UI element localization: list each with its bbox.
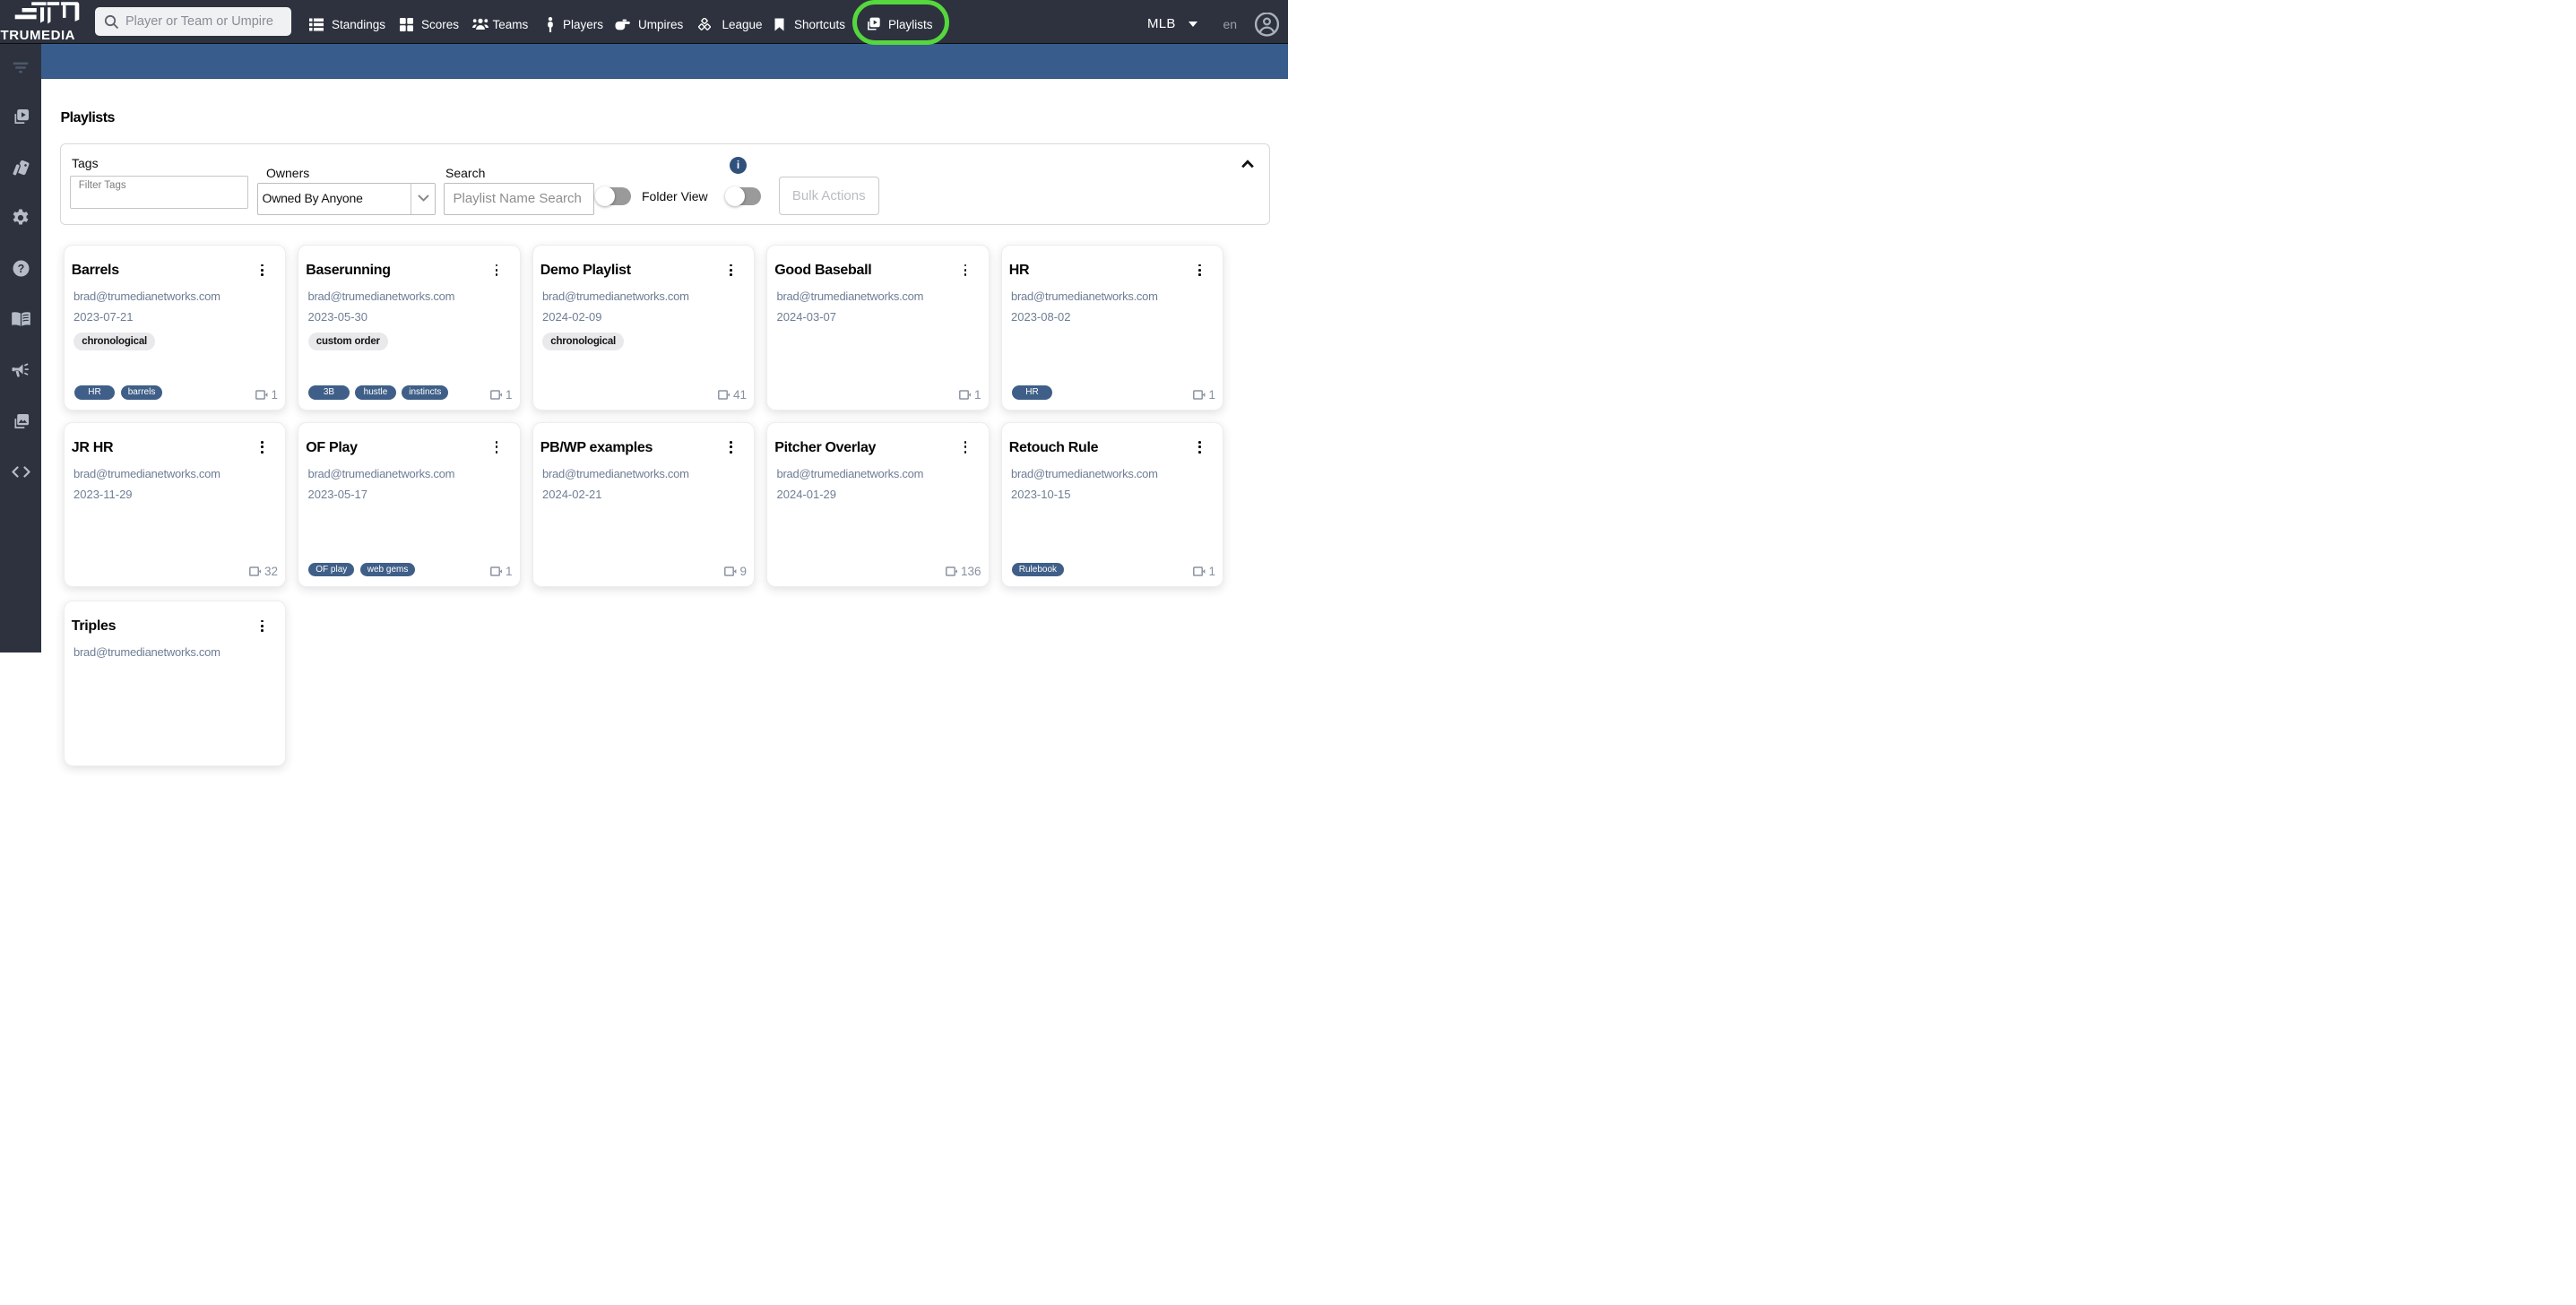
svg-text:?: ? (17, 263, 24, 275)
